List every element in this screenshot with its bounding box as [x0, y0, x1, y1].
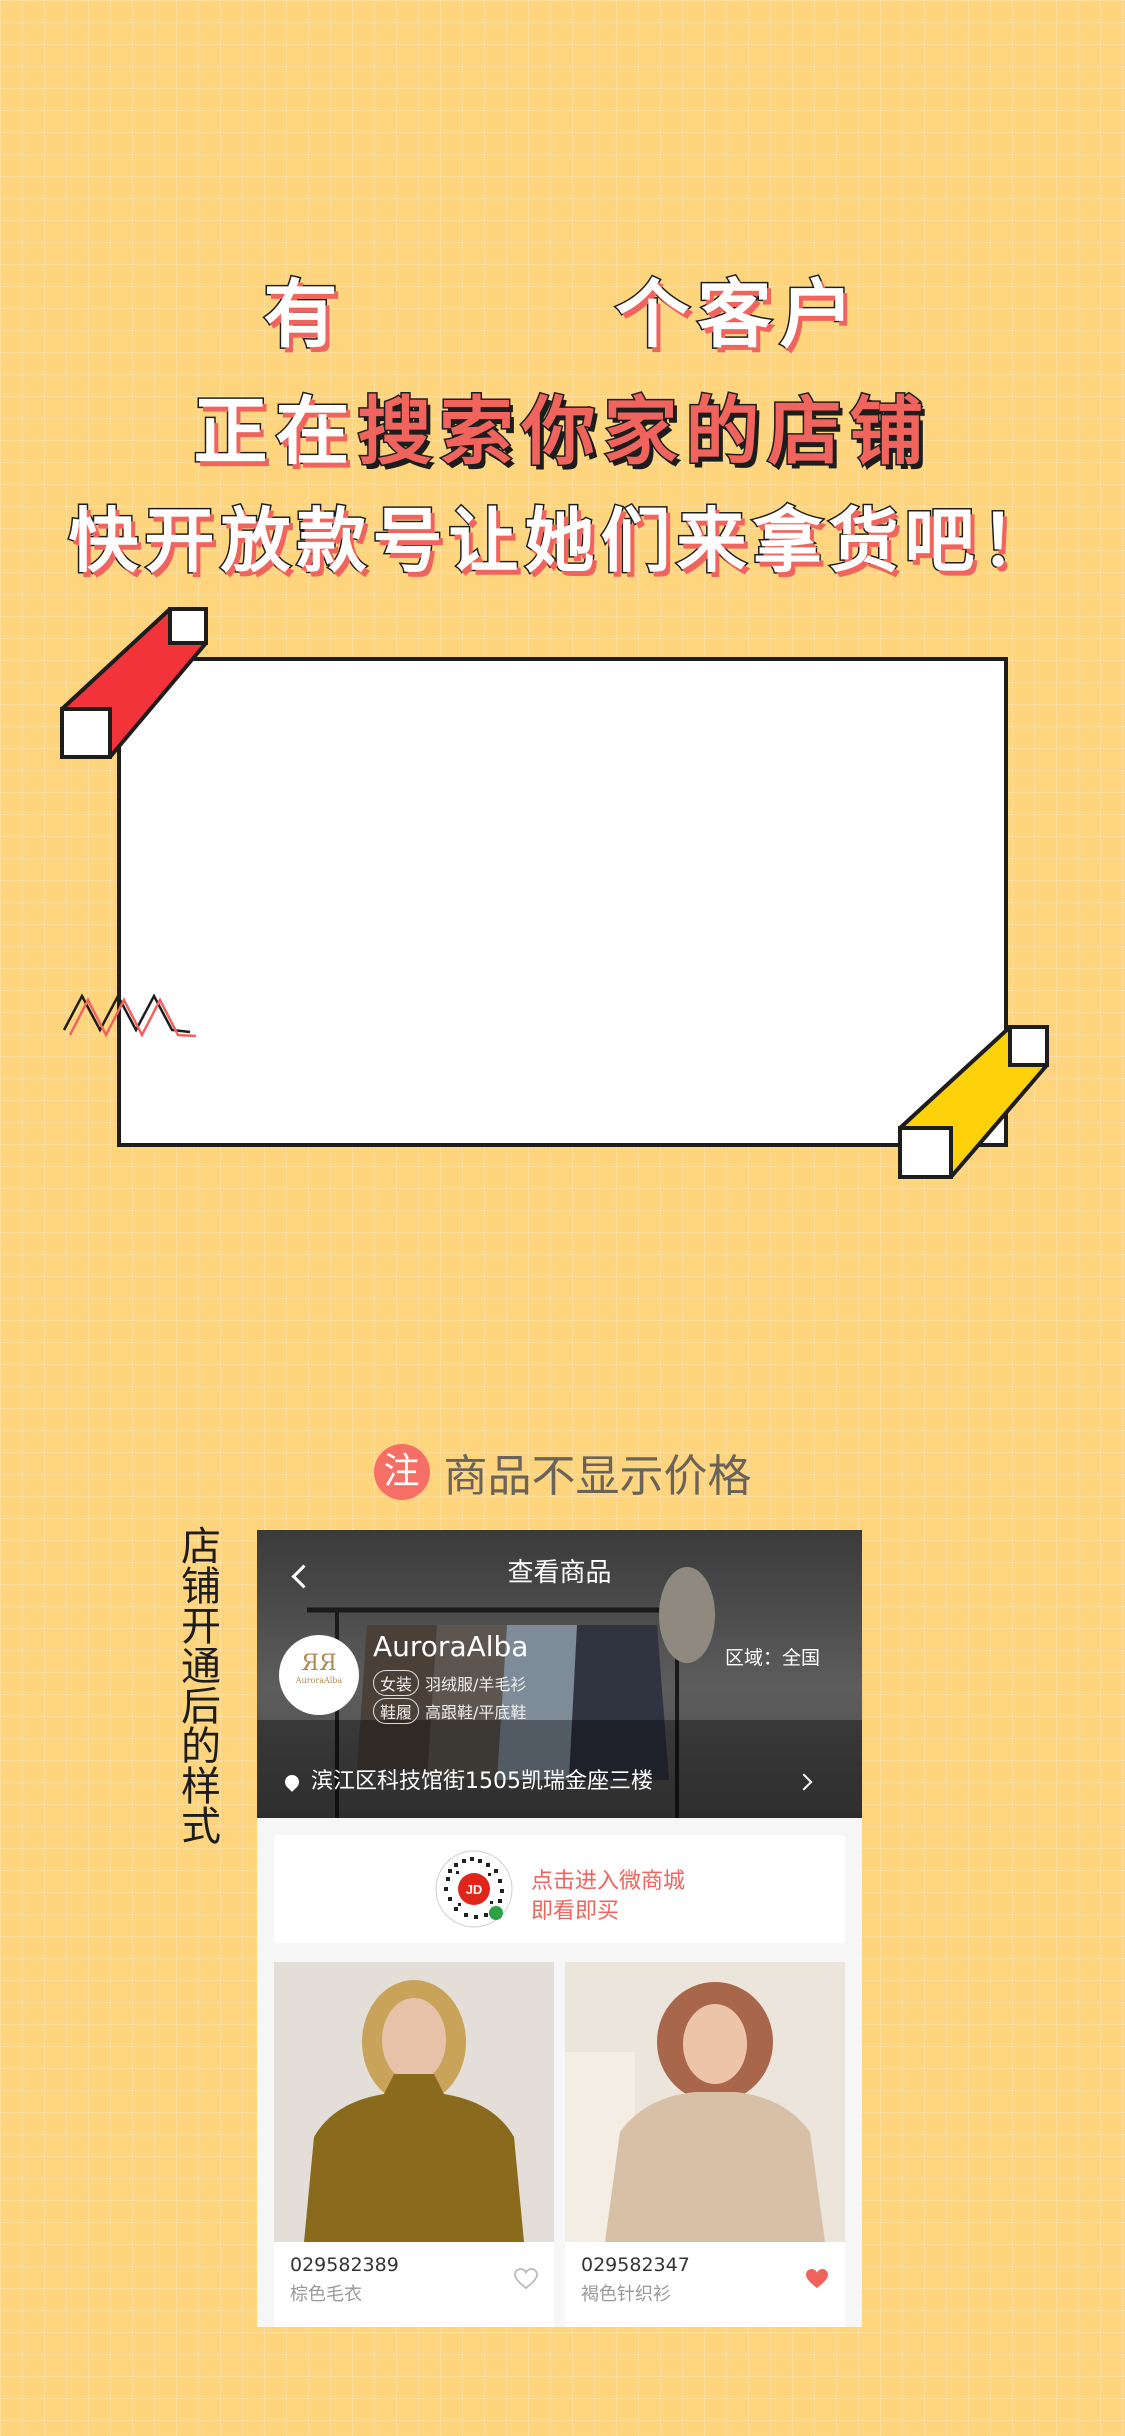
logo-mark-icon: ЯЯ — [301, 1651, 337, 1676]
category-items: 高跟鞋/平底鞋 — [425, 1703, 527, 1722]
shop-header: 查看商品 ЯЯ AuroraAlba AuroraAlba 区域：全国 女装 羽绒… — [257, 1530, 862, 1818]
category-tag: 女装 — [373, 1670, 420, 1696]
product-card[interactable]: 029582389 棕色毛衣 — [274, 1962, 554, 2327]
category-row: 女装 羽绒服/羊毛衫 — [373, 1670, 526, 1696]
price-note: 注商品不显示价格 — [0, 1440, 1125, 1504]
poster: 有 个客户 正在搜索你家的店铺 快开放款号让她们来拿货吧！ 注商品不显示价格 店… — [0, 0, 1125, 2436]
banner-line-1: 点击进入微商城 — [531, 1869, 686, 1894]
product-image — [565, 1962, 845, 2242]
category-row: 鞋履 高跟鞋/平底鞋 — [373, 1698, 526, 1724]
address-text: 滨江区科技馆街1505凯瑞金座三楼 — [311, 1769, 653, 1794]
heart-outline-icon[interactable] — [514, 2268, 538, 2290]
product-code: 029582347 — [581, 2254, 690, 2276]
qr-badge-text: JD — [466, 1882, 483, 1897]
shop-name: AuroraAlba — [373, 1630, 529, 1663]
red-block-icon — [60, 607, 208, 759]
qr-code-icon: JD — [435, 1850, 513, 1928]
category-items: 羽绒服/羊毛衫 — [425, 1675, 527, 1694]
product-card[interactable]: 029582347 褐色针织衫 — [565, 1962, 845, 2327]
shop-region: 区域：全国 — [724, 1647, 820, 1669]
address-row[interactable]: 滨江区科技馆街1505凯瑞金座三楼 — [282, 1763, 653, 1795]
mini-shop-banner[interactable]: JD 点击进入微商城 即看即买 — [274, 1835, 845, 1943]
location-pin-icon — [282, 1772, 302, 1792]
banner-line-2: 即看即买 — [531, 1899, 620, 1924]
page-title: 查看商品 — [507, 1558, 612, 1588]
category-tag: 鞋履 — [373, 1698, 420, 1724]
product-name: 褐色针织衫 — [581, 2284, 671, 2305]
logo-text: AuroraAlba — [295, 1676, 343, 1685]
note-text: 商品不显示价格 — [443, 1451, 752, 1502]
frame-decorations — [60, 607, 1049, 1179]
shop-logo: ЯЯ AuroraAlba — [279, 1635, 359, 1715]
product-image — [274, 1962, 554, 2242]
zigzag-icon — [62, 993, 197, 1038]
heart-filled-icon[interactable] — [805, 2268, 829, 2290]
product-name: 棕色毛衣 — [290, 2284, 362, 2305]
shop-preview: 查看商品 ЯЯ AuroraAlba AuroraAlba 区域：全国 女装 羽绒… — [257, 1530, 862, 2327]
product-code: 029582389 — [290, 2254, 399, 2276]
note-badge: 注 — [373, 1444, 430, 1500]
yellow-block-icon — [898, 1025, 1049, 1179]
side-caption: 店铺开通后的样式 — [174, 1525, 220, 1845]
